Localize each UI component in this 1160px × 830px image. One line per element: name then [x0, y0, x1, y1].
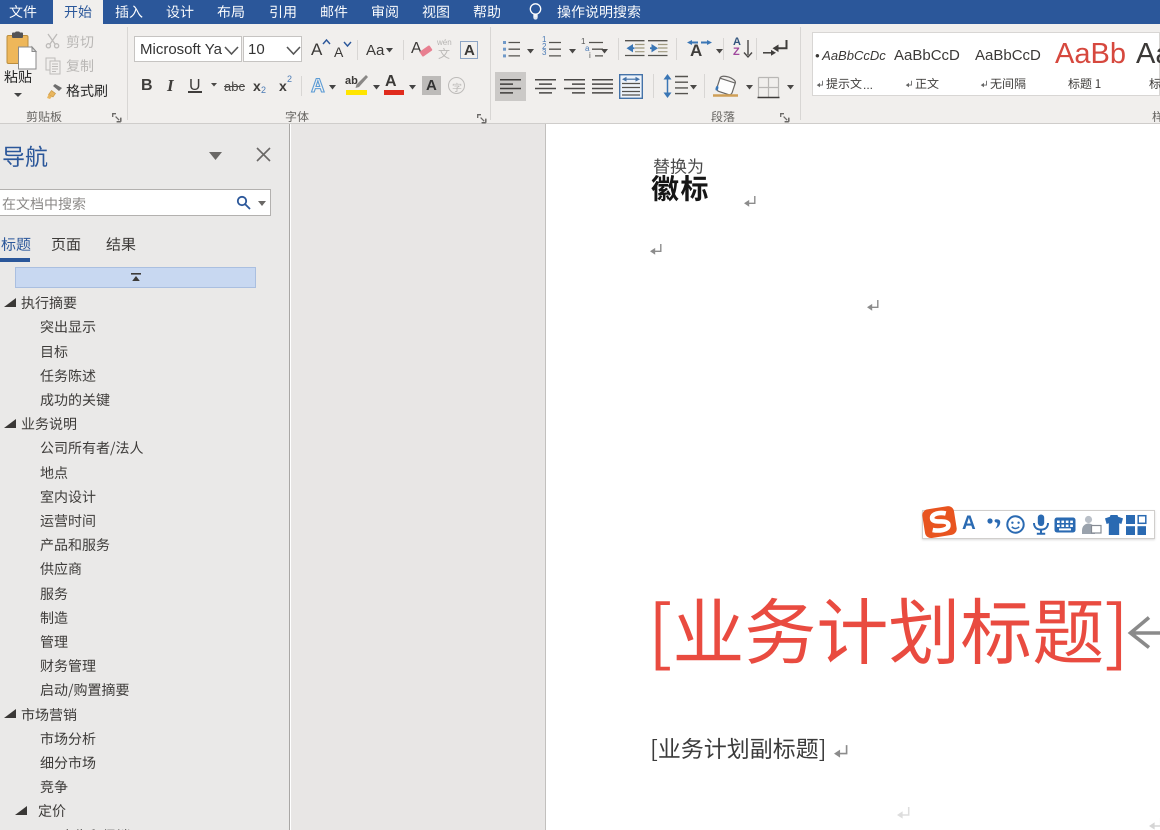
svg-text:A: A	[311, 76, 325, 97]
